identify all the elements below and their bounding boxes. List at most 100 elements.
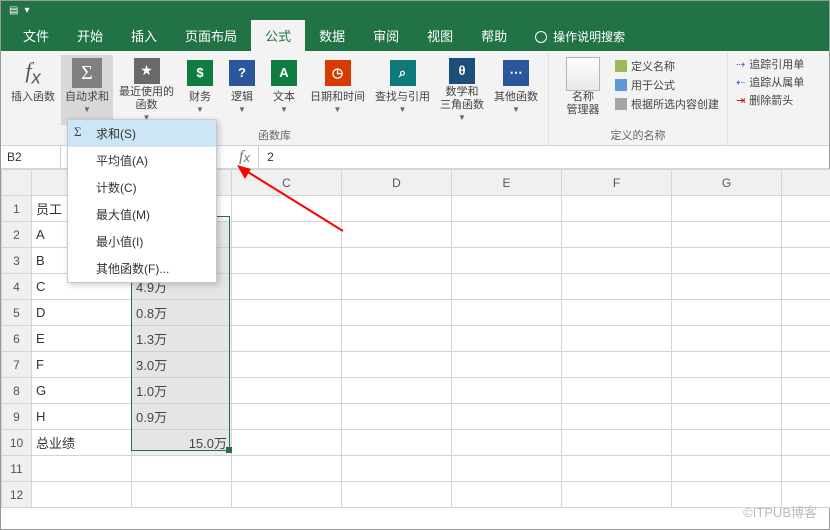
cell-D7[interactable]	[342, 352, 452, 378]
cell-G9[interactable]	[672, 404, 782, 430]
cell-D10[interactable]	[342, 430, 452, 456]
cell-B5[interactable]: 0.8万	[132, 300, 232, 326]
cell-D6[interactable]	[342, 326, 452, 352]
tab-data[interactable]: 数据	[305, 20, 359, 51]
trace-precedents-button[interactable]: ⇢追踪引用单	[734, 55, 806, 73]
col-header-G[interactable]: G	[672, 170, 782, 196]
tab-formulas[interactable]: 公式	[251, 20, 305, 51]
tab-review[interactable]: 审阅	[359, 20, 413, 51]
cell-D11[interactable]	[342, 456, 452, 482]
cell-G7[interactable]	[672, 352, 782, 378]
select-all-corner[interactable]	[2, 170, 32, 196]
cell-C6[interactable]	[232, 326, 342, 352]
dropdown-sum[interactable]: Σ求和(S)	[68, 120, 216, 147]
cell-B10[interactable]: 15.0万	[132, 430, 232, 456]
cell-B12[interactable]	[132, 482, 232, 508]
cell-D12[interactable]	[342, 482, 452, 508]
cell-D2[interactable]	[342, 222, 452, 248]
name-box[interactable]: B2	[1, 146, 61, 168]
cell-A6[interactable]: E	[32, 326, 132, 352]
cell-G10[interactable]	[672, 430, 782, 456]
cell-C4[interactable]	[232, 274, 342, 300]
chevron-down-icon[interactable]: ▾	[24, 5, 29, 16]
cell-F7[interactable]	[562, 352, 672, 378]
save-icon[interactable]: ▤	[9, 5, 18, 16]
cell-F2[interactable]	[562, 222, 672, 248]
cell-B8[interactable]: 1.0万	[132, 378, 232, 404]
cell-E2[interactable]	[452, 222, 562, 248]
trace-dependents-button[interactable]: ⇠追踪从属单	[734, 73, 806, 91]
cell-F1[interactable]	[562, 196, 672, 222]
cell-D1[interactable]	[342, 196, 452, 222]
cell-C3[interactable]	[232, 248, 342, 274]
cell-E6[interactable]	[452, 326, 562, 352]
cell-H7[interactable]	[782, 352, 830, 378]
dropdown-average[interactable]: 平均值(A)	[68, 147, 216, 174]
lookup-button[interactable]: ⌕ 查找与引用▼	[371, 55, 434, 125]
name-manager-button[interactable]: 名称 管理器	[555, 55, 611, 125]
cell-E11[interactable]	[452, 456, 562, 482]
cell-C5[interactable]	[232, 300, 342, 326]
cell-G5[interactable]	[672, 300, 782, 326]
cell-F4[interactable]	[562, 274, 672, 300]
row-header-2[interactable]: 2	[2, 222, 32, 248]
cell-D4[interactable]	[342, 274, 452, 300]
cell-A8[interactable]: G	[32, 378, 132, 404]
cell-A9[interactable]: H	[32, 404, 132, 430]
cell-E3[interactable]	[452, 248, 562, 274]
cell-E10[interactable]	[452, 430, 562, 456]
fx-icon[interactable]: fx	[231, 146, 259, 168]
cell-F11[interactable]	[562, 456, 672, 482]
cell-H6[interactable]	[782, 326, 830, 352]
cell-G2[interactable]	[672, 222, 782, 248]
tab-help[interactable]: 帮助	[467, 20, 521, 51]
tab-file[interactable]: 文件	[9, 20, 63, 51]
cell-B9[interactable]: 0.9万	[132, 404, 232, 430]
dropdown-min[interactable]: 最小值(I)	[68, 228, 216, 255]
text-button[interactable]: A 文本▼	[264, 55, 304, 125]
row-header-1[interactable]: 1	[2, 196, 32, 222]
col-header-E[interactable]: E	[452, 170, 562, 196]
cell-H1[interactable]	[782, 196, 830, 222]
insert-function-button[interactable]: fx 插入函数	[7, 55, 59, 125]
cell-G11[interactable]	[672, 456, 782, 482]
tab-layout[interactable]: 页面布局	[171, 20, 251, 51]
col-header-D[interactable]: D	[342, 170, 452, 196]
cell-E5[interactable]	[452, 300, 562, 326]
cell-D8[interactable]	[342, 378, 452, 404]
cell-B11[interactable]	[132, 456, 232, 482]
autosum-button[interactable]: Σ 自动求和 ▼	[61, 55, 113, 125]
row-header-5[interactable]: 5	[2, 300, 32, 326]
cell-H2[interactable]	[782, 222, 830, 248]
cell-B6[interactable]: 1.3万	[132, 326, 232, 352]
cell-H8[interactable]	[782, 378, 830, 404]
cell-F3[interactable]	[562, 248, 672, 274]
dropdown-count[interactable]: 计数(C)	[68, 174, 216, 201]
cell-G8[interactable]	[672, 378, 782, 404]
use-in-formula-button[interactable]: 用于公式	[613, 76, 721, 94]
cell-F5[interactable]	[562, 300, 672, 326]
financial-button[interactable]: $ 财务▼	[180, 55, 220, 125]
cell-E1[interactable]	[452, 196, 562, 222]
row-header-9[interactable]: 9	[2, 404, 32, 430]
cell-H5[interactable]	[782, 300, 830, 326]
cell-F10[interactable]	[562, 430, 672, 456]
recent-functions-button[interactable]: ★ 最近使用的 函数 ▼	[115, 55, 178, 125]
row-header-11[interactable]: 11	[2, 456, 32, 482]
remove-arrows-button[interactable]: ⇥删除箭头	[734, 91, 806, 109]
col-header-F[interactable]: F	[562, 170, 672, 196]
row-header-8[interactable]: 8	[2, 378, 32, 404]
cell-C2[interactable]	[232, 222, 342, 248]
cell-C8[interactable]	[232, 378, 342, 404]
cell-F12[interactable]	[562, 482, 672, 508]
math-button[interactable]: θ 数学和 三角函数▼	[436, 55, 488, 125]
cell-D3[interactable]	[342, 248, 452, 274]
cell-E4[interactable]	[452, 274, 562, 300]
cell-A12[interactable]	[32, 482, 132, 508]
cell-F8[interactable]	[562, 378, 672, 404]
cell-A7[interactable]: F	[32, 352, 132, 378]
row-header-7[interactable]: 7	[2, 352, 32, 378]
cell-G4[interactable]	[672, 274, 782, 300]
cell-E12[interactable]	[452, 482, 562, 508]
logical-button[interactable]: ? 逻辑▼	[222, 55, 262, 125]
